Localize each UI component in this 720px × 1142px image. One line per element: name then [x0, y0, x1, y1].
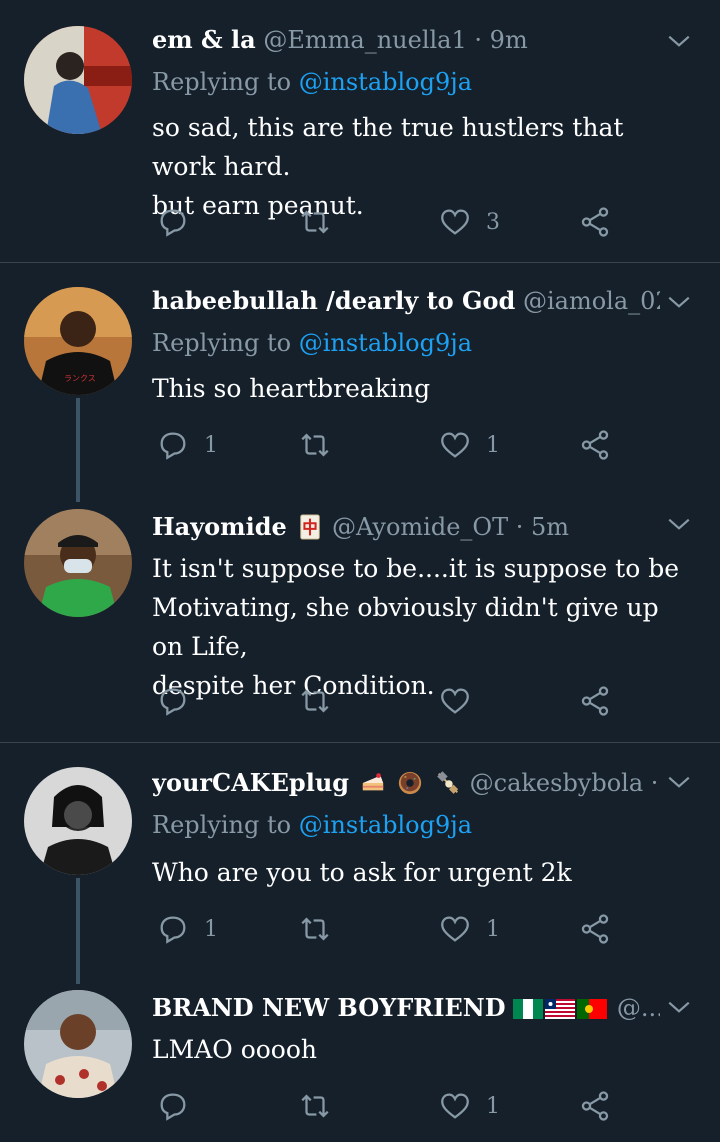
liberia-flag-icon — [545, 999, 576, 1019]
share-icon — [581, 1091, 609, 1121]
svg-text:ランクス: ランクス — [64, 374, 96, 383]
share-icon — [581, 914, 609, 944]
share-icon — [581, 686, 609, 716]
avatar[interactable] — [24, 767, 132, 875]
author-handle[interactable]: @iamola_02 — [523, 287, 660, 315]
avatar[interactable]: ランクス — [24, 287, 132, 395]
timestamp[interactable]: 9m — [490, 26, 528, 54]
share-button[interactable] — [578, 1086, 612, 1126]
avatar[interactable] — [24, 990, 132, 1098]
reply-icon — [160, 209, 186, 237]
tweet-text: LMAO ooooh — [152, 1035, 318, 1064]
author-name[interactable]: habeebullah /dearly to God — [152, 286, 515, 315]
retweet-button[interactable] — [298, 425, 346, 465]
reply-button[interactable]: 1 — [156, 909, 218, 949]
share-button[interactable] — [578, 909, 612, 949]
chevron-down-icon[interactable] — [666, 289, 692, 315]
retweet-icon — [301, 210, 329, 234]
share-button[interactable] — [578, 425, 612, 465]
portugal-flag-icon — [577, 999, 608, 1019]
avatar[interactable] — [24, 509, 132, 617]
heart-icon — [441, 688, 469, 714]
reply-icon — [160, 688, 186, 716]
tweet-5[interactable]: BRAND NEW BOYFRIEND @... · 3m LMAO ooooh… — [0, 984, 720, 1142]
heart-icon — [441, 1093, 469, 1119]
share-icon — [581, 430, 609, 460]
separator-dot: · — [474, 26, 483, 54]
retweet-icon — [301, 433, 329, 457]
thread-connector — [76, 878, 80, 984]
reply-icon — [160, 916, 186, 944]
tweet-3[interactable]: Hayomide @Ayomide_OT · 5m It isn't suppo… — [0, 483, 720, 741]
author-handle[interactable]: @cakesbybola — [470, 769, 644, 797]
avatar[interactable] — [24, 26, 132, 134]
mention-link[interactable]: @instablog9ja — [299, 329, 472, 357]
like-button[interactable]: 1 — [438, 909, 500, 949]
reply-button[interactable] — [156, 1086, 204, 1126]
tweet-1[interactable]: em & la @Emma_nuella1 · 9m Replying to @… — [0, 0, 720, 262]
retweet-button[interactable] — [298, 1086, 346, 1126]
timestamp[interactable]: 5m — [531, 513, 569, 541]
retweet-button[interactable] — [298, 681, 346, 721]
doughnut-icon — [399, 771, 422, 795]
like-button[interactable]: 3 — [438, 202, 500, 242]
nigeria-flag-icon — [513, 999, 544, 1019]
retweet-icon — [301, 1094, 329, 1118]
reply-button[interactable] — [156, 202, 204, 242]
tweet-2[interactable]: ランクス habeebullah /dearly to God @iamola_… — [0, 263, 720, 483]
tweet-text: Who are you to ask for urgent 2k — [152, 858, 572, 887]
mention-link[interactable]: @instablog9ja — [299, 811, 472, 839]
heart-icon — [441, 432, 469, 458]
like-button[interactable]: 1 — [438, 1086, 500, 1126]
author-name[interactable]: BRAND NEW BOYFRIEND — [152, 993, 506, 1022]
reply-button[interactable] — [156, 681, 204, 721]
chevron-down-icon[interactable] — [666, 511, 692, 537]
oden-icon — [437, 771, 459, 794]
heart-icon — [441, 916, 469, 942]
author-handle[interactable]: @... — [617, 994, 660, 1022]
replying-to: Replying to @instablog9ja — [152, 329, 473, 357]
mention-link[interactable]: @instablog9ja — [299, 68, 472, 96]
chevron-down-icon[interactable] — [666, 994, 692, 1020]
separator-dot: · — [515, 513, 524, 541]
tweet-4[interactable]: yourCAKEplug @cakesbybola · 4m Replying … — [0, 743, 720, 983]
author-name[interactable]: Hayomide — [152, 512, 287, 541]
retweet-icon — [301, 689, 329, 713]
retweet-button[interactable] — [298, 909, 346, 949]
author-name[interactable]: em & la — [152, 25, 256, 54]
replying-to: Replying to @instablog9ja — [152, 68, 473, 96]
retweet-icon — [301, 917, 329, 941]
author-name[interactable]: yourCAKEplug — [152, 768, 349, 797]
share-button[interactable] — [578, 202, 612, 242]
reply-icon — [160, 432, 186, 460]
chevron-down-icon[interactable] — [666, 28, 692, 54]
reply-button[interactable]: 1 — [156, 425, 218, 465]
mahjong-red-dragon-icon — [300, 514, 321, 540]
reply-icon — [160, 1093, 186, 1121]
chevron-down-icon[interactable] — [666, 769, 692, 795]
replying-to: Replying to @instablog9ja — [152, 811, 473, 839]
retweet-button[interactable] — [298, 202, 346, 242]
like-button[interactable]: 1 — [438, 425, 500, 465]
tweet-text: This so heartbreaking — [152, 374, 431, 403]
cake-slice-icon — [362, 773, 383, 791]
like-button[interactable] — [438, 681, 486, 721]
author-handle[interactable]: @Ayomide_OT — [332, 513, 508, 541]
share-button[interactable] — [578, 681, 612, 721]
share-icon — [581, 207, 609, 237]
heart-icon — [441, 209, 469, 235]
separator-dot: · — [650, 769, 659, 797]
author-handle[interactable]: @Emma_nuella1 — [263, 26, 466, 54]
